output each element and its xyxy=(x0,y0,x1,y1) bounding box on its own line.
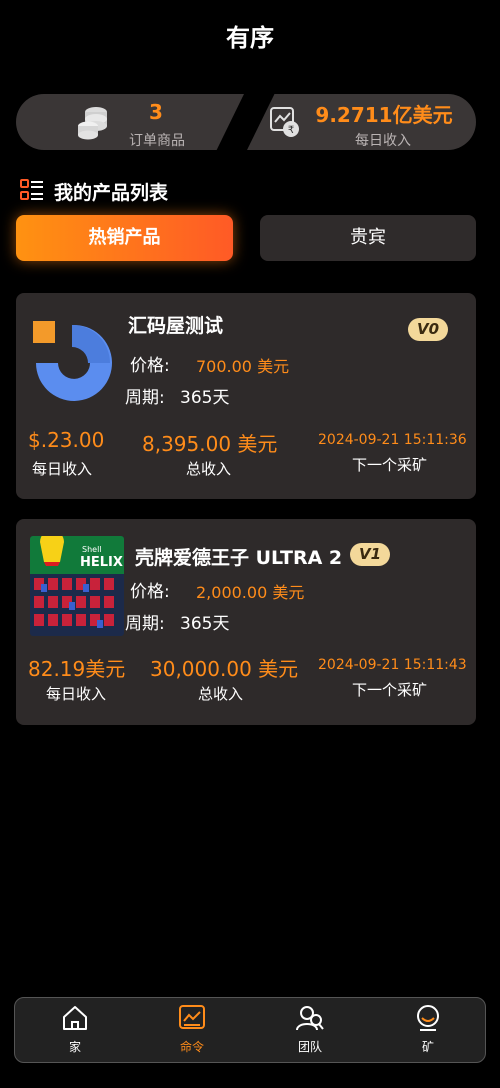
list-icon xyxy=(20,178,44,205)
product-list-heading: 我的产品列表 xyxy=(20,178,168,205)
product-image xyxy=(32,317,112,405)
nav-team[interactable]: 团队 xyxy=(270,1004,350,1055)
next-mining-time: 2024-09-21 15:11:43 xyxy=(318,657,467,673)
team-icon xyxy=(295,1006,325,1036)
daily-income-value: 9.2711亿美元 xyxy=(315,103,453,127)
orders-value: 3 xyxy=(149,100,163,124)
page-title: 有序 xyxy=(226,24,274,52)
user-mine-icon xyxy=(414,1005,442,1036)
nav-mine-label: 矿 xyxy=(421,1040,434,1054)
svg-text:₹: ₹ xyxy=(288,125,294,136)
total-income-value: 8,395.00 美元 xyxy=(142,432,278,456)
image-brand-text: Shell xyxy=(82,545,102,554)
price-value: 2,000.00 美元 xyxy=(196,583,305,602)
nav-orders-label: 命令 xyxy=(179,1040,204,1054)
next-mining-time: 2024-09-21 15:11:36 xyxy=(318,432,467,448)
vip-level-badge: V1 xyxy=(350,543,390,566)
tab-hot-products[interactable]: 热销产品 xyxy=(16,215,233,261)
product-name: 汇码屋测试 xyxy=(128,315,224,337)
product-card[interactable]: Shell HELIX 壳牌爱德王子 ULTRA 2 V1 价格: 2,000.… xyxy=(16,519,476,725)
orders-chart-icon xyxy=(178,1005,206,1036)
section-title: 我的产品列表 xyxy=(54,182,169,204)
chart-money-icon: ₹ xyxy=(270,106,300,142)
nav-home[interactable]: 家 xyxy=(35,1004,115,1055)
period-value: 365天 xyxy=(180,388,230,408)
total-income-label: 总收入 xyxy=(198,685,244,703)
product-card[interactable]: 汇码屋测试 V0 价格: 700.00 美元 周期: 365天 $.23.00 … xyxy=(16,293,476,499)
price-label: 价格: xyxy=(130,356,170,376)
nav-orders[interactable]: 命令 xyxy=(152,1004,232,1055)
nav-mine[interactable]: 矿 xyxy=(388,1004,468,1055)
daily-income-label: 每日收入 xyxy=(32,460,93,478)
bottom-nav: 家 命令 团队 矿 xyxy=(14,997,486,1063)
period-label: 周期: xyxy=(125,614,165,634)
next-mining-label: 下一个采矿 xyxy=(352,681,428,699)
price-value: 700.00 美元 xyxy=(196,357,290,376)
nav-home-label: 家 xyxy=(68,1040,81,1054)
product-image: Shell HELIX xyxy=(30,536,124,636)
total-income-value: 30,000.00 美元 xyxy=(150,657,299,681)
nav-team-label: 团队 xyxy=(297,1040,322,1054)
period-value: 365天 xyxy=(180,614,230,634)
next-mining-label: 下一个采矿 xyxy=(352,456,428,474)
tab-vip[interactable]: 贵宾 xyxy=(260,215,476,261)
daily-income-value: 82.19美元 xyxy=(28,657,126,681)
daily-income-label: 每日收入 xyxy=(355,133,411,149)
image-product-text: HELIX xyxy=(80,555,123,570)
period-label: 周期: xyxy=(125,388,165,408)
vip-level-badge: V0 xyxy=(408,318,448,341)
daily-income-label: 每日收入 xyxy=(46,685,107,703)
daily-income-value: $.23.00 xyxy=(28,428,105,452)
price-label: 价格: xyxy=(130,582,170,602)
home-icon xyxy=(61,1006,89,1036)
coins-icon xyxy=(76,104,110,144)
total-income-label: 总收入 xyxy=(186,460,232,478)
product-name: 壳牌爱德王子 ULTRA 2 xyxy=(135,547,343,569)
orders-label: 订单商品 xyxy=(129,133,185,149)
